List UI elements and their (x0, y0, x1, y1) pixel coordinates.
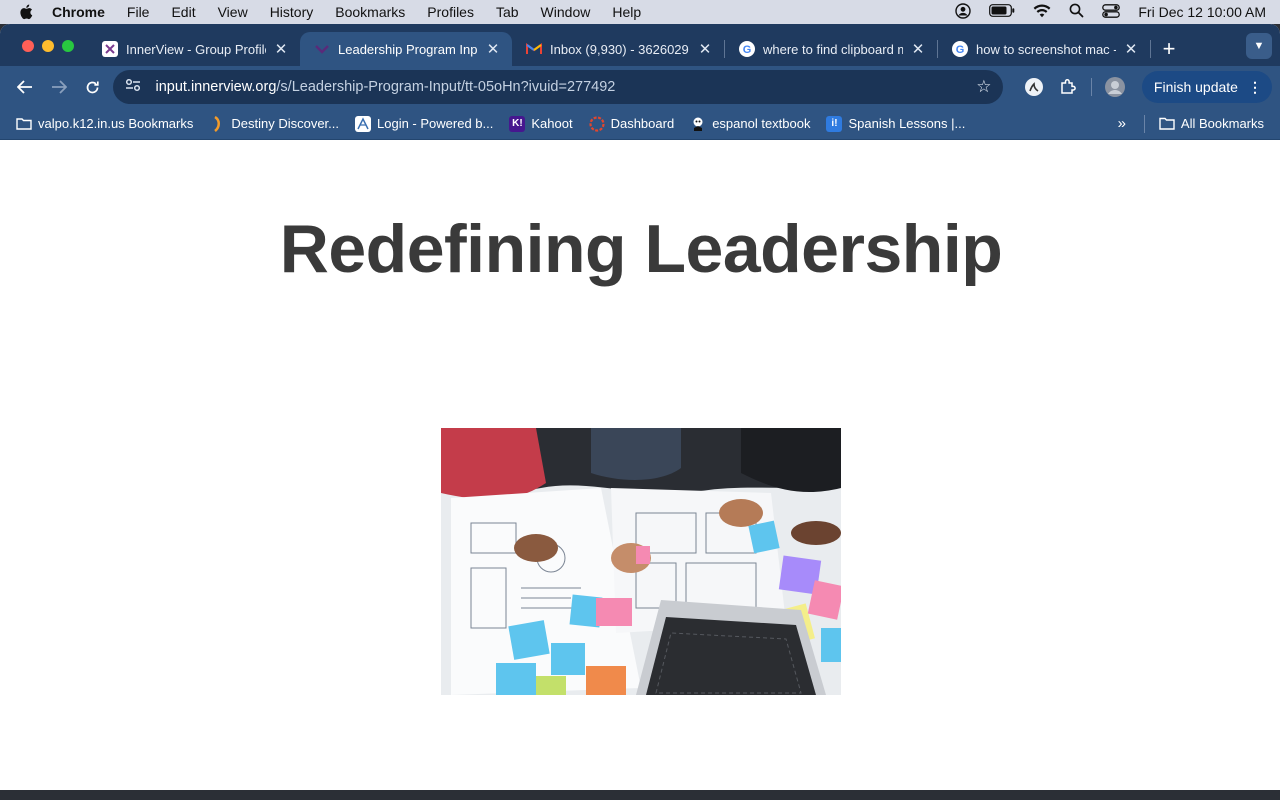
all-bookmarks-label: All Bookmarks (1180, 116, 1264, 131)
bookmark-valpo[interactable]: valpo.k12.in.us Bookmarks (8, 111, 201, 137)
bookmarks-divider (1143, 114, 1145, 133)
tab-close-icon[interactable]: ✕ (272, 40, 290, 58)
browser-toolbar: input.innerview.org/s/Leadership-Program… (0, 66, 1280, 108)
menu-window[interactable]: Window (530, 4, 602, 20)
window-zoom-button[interactable] (62, 40, 74, 52)
innerview-icon (102, 41, 118, 57)
folder-link-icon (16, 116, 32, 132)
toolbar-divider (1091, 78, 1093, 96)
menubar-clock[interactable]: Fri Dec 12 10:00 AM (1138, 4, 1266, 20)
bookmark-label: Spanish Lessons |... (848, 116, 966, 131)
desktop-bottom-edge (0, 790, 1280, 800)
tab-leadership-program-input[interactable]: Leadership Program Input ✕ (300, 32, 512, 66)
tab-close-icon[interactable]: ✕ (909, 40, 927, 58)
folder-icon (1159, 116, 1175, 132)
menu-help[interactable]: Help (601, 4, 652, 20)
tab-title: Leadership Program Input (338, 41, 478, 57)
finish-update-label: Finish update (1153, 79, 1238, 95)
site-info-icon[interactable] (125, 78, 149, 96)
bookmark-label: Kahoot (531, 116, 573, 131)
tab-innerview-group-profile[interactable]: InnerView - Group Profile ✕ (88, 32, 300, 66)
lessons-icon: i! (826, 115, 843, 132)
bookmark-label: espanol textbook (712, 116, 811, 131)
tab-close-icon[interactable]: ✕ (1122, 40, 1140, 58)
bookmark-login[interactable]: Login - Powered b... (347, 111, 501, 137)
url-host: input.innerview.org (155, 79, 277, 95)
kahoot-icon: K! (509, 115, 526, 132)
user-profile-avatar-icon[interactable] (1098, 71, 1132, 103)
extensions-puzzle-icon[interactable] (1051, 71, 1085, 103)
gmail-icon (526, 41, 542, 57)
tab-gmail-inbox[interactable]: Inbox (9,930) - 3626029 ✕ (512, 32, 724, 66)
page-content: Redefining Leadership (2, 146, 1280, 790)
textbook-icon (690, 116, 706, 132)
back-button[interactable] (8, 71, 42, 103)
address-bar[interactable]: input.innerview.org/s/Leadership-Program… (113, 70, 1004, 104)
finish-update-button[interactable]: Finish update ⋮ (1141, 71, 1272, 103)
menu-bookmarks[interactable]: Bookmarks (324, 4, 416, 20)
svg-text:G: G (743, 44, 752, 56)
menu-tab[interactable]: Tab (485, 4, 530, 20)
bookmark-spanish-lessons[interactable]: i! Spanish Lessons |... (818, 111, 973, 137)
google-icon: G (739, 41, 755, 57)
tab-search-chevron-icon[interactable]: ▼ (1246, 33, 1272, 59)
tab-title: where to find clipboard m (763, 41, 903, 57)
window-close-button[interactable] (22, 40, 34, 52)
browser-window: InnerView - Group Profile ✕ Leadership P… (0, 24, 1280, 790)
profile-extension-icon[interactable] (1017, 71, 1051, 103)
dashboard-icon (588, 115, 605, 132)
svg-text:G: G (956, 44, 965, 56)
menu-file[interactable]: File (116, 4, 161, 20)
apple-menu-icon[interactable] (0, 4, 52, 20)
control-center-icon[interactable] (1102, 3, 1121, 21)
new-tab-button[interactable]: + (1151, 32, 1187, 66)
innerview-icon (314, 41, 330, 57)
bookmark-label: Login - Powered b... (377, 116, 494, 131)
spotlight-search-icon[interactable] (1069, 3, 1084, 21)
menu-edit[interactable]: Edit (160, 4, 206, 20)
all-bookmarks-button[interactable]: All Bookmarks (1151, 111, 1272, 137)
battery-icon[interactable] (989, 4, 1015, 20)
forward-button[interactable] (42, 71, 76, 103)
macos-menubar: Chrome File Edit View History Bookmarks … (0, 0, 1280, 24)
bookmark-label: Dashboard (610, 116, 675, 131)
menu-history[interactable]: History (259, 4, 325, 20)
bookmark-label: valpo.k12.in.us Bookmarks (38, 116, 194, 131)
google-icon: G (952, 41, 968, 57)
bookmark-star-icon[interactable]: ☆ (976, 77, 991, 97)
menu-app-chrome[interactable]: Chrome (52, 4, 116, 20)
bookmarks-bar: valpo.k12.in.us Bookmarks Destiny Discov… (0, 108, 1280, 140)
more-bookmarks-chevron-icon[interactable]: » (1106, 115, 1138, 132)
hero-image (441, 428, 841, 695)
url-text[interactable]: input.innerview.org/s/Leadership-Program… (149, 79, 976, 95)
page-title: Redefining Leadership (279, 211, 1003, 287)
window-minimize-button[interactable] (42, 40, 54, 52)
bookmark-kahoot[interactable]: K! Kahoot (501, 111, 580, 137)
tab-google-clipboard[interactable]: G where to find clipboard m ✕ (725, 32, 937, 66)
chrome-menu-kebab-icon[interactable]: ⋮ (1248, 79, 1262, 96)
tab-google-screenshot[interactable]: G how to screenshot mac - ✕ (938, 32, 1150, 66)
bookmark-label: Destiny Discover... (231, 116, 340, 131)
tab-title: Inbox (9,930) - 3626029 (550, 41, 689, 57)
bookmark-espanol-textbook[interactable]: espanol textbook (682, 111, 818, 137)
reload-button[interactable] (76, 71, 110, 103)
tab-title: how to screenshot mac - (976, 41, 1116, 57)
user-account-icon[interactable] (955, 2, 972, 22)
tab-close-icon[interactable]: ✕ (484, 40, 502, 58)
tab-strip: InnerView - Group Profile ✕ Leadership P… (0, 24, 1280, 66)
window-controls (0, 40, 88, 66)
bookmark-destiny[interactable]: Destiny Discover... (201, 111, 347, 137)
destiny-icon (209, 115, 225, 132)
menu-view[interactable]: View (207, 4, 259, 20)
url-path: /s/Leadership-Program-Input/tt-05oHn?ivu… (276, 79, 616, 95)
tab-title: InnerView - Group Profile (126, 41, 266, 57)
wifi-icon[interactable] (1033, 3, 1051, 21)
tab-close-icon[interactable]: ✕ (696, 40, 714, 58)
menu-profiles[interactable]: Profiles (416, 4, 485, 20)
bookmark-dashboard[interactable]: Dashboard (581, 111, 683, 137)
login-icon (355, 115, 372, 132)
